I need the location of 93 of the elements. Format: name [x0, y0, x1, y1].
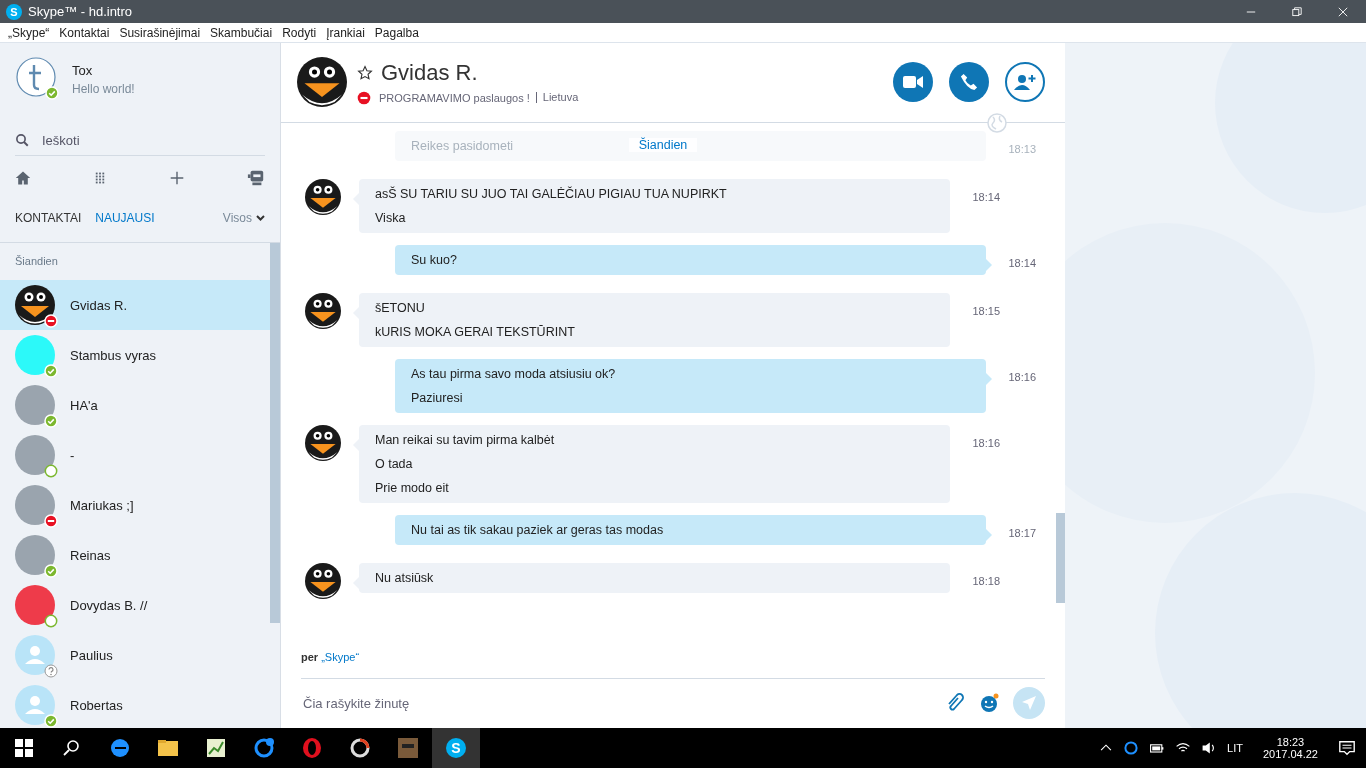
penguin-avatar [15, 285, 55, 325]
photo-placeholder [15, 535, 55, 575]
contact-item[interactable]: Reinas [0, 530, 270, 580]
message-text: Nu atsiūsk [375, 569, 434, 586]
busy-status-icon [357, 90, 371, 105]
contact-item[interactable]: Paulius [0, 630, 270, 680]
paper-plane-icon [1021, 695, 1037, 712]
photo-placeholder [15, 385, 55, 425]
message-text: O tada [375, 455, 413, 472]
search-icon [15, 132, 30, 148]
phone-icon [960, 73, 978, 92]
video-call-button[interactable] [893, 62, 933, 103]
menu-item[interactable]: Rodyti [277, 25, 322, 40]
call-button[interactable] [949, 62, 989, 103]
add-person-icon [1014, 73, 1036, 92]
close-icon[interactable] [1337, 5, 1349, 18]
message-time: 18:14 [971, 189, 1000, 203]
windows-start-icon[interactable] [12, 736, 36, 760]
person-avatar [15, 685, 55, 725]
bot-icon[interactable] [247, 169, 265, 187]
tab[interactable]: KONTAKTAI [15, 211, 82, 225]
profile-name: Tox [72, 63, 94, 78]
clock-date[interactable]: 2017.04.22 [1262, 748, 1318, 760]
language-indicator[interactable]: LIT [1227, 742, 1243, 754]
message-text: As tau pirma savo moda atsiusiu ok? [411, 365, 616, 382]
contact-item[interactable]: Gvidas R. [0, 280, 270, 330]
clock-time[interactable]: 18:23 [1276, 736, 1305, 748]
tab[interactable]: NAUJAUSI [95, 211, 155, 225]
browser-o-icon[interactable] [300, 736, 324, 760]
menu-item[interactable]: Įrankiai [321, 25, 370, 40]
profile-avatar[interactable] [16, 57, 56, 97]
message-text: Paziuresi [411, 389, 463, 406]
photo-placeholder [15, 435, 55, 475]
contact-name: Gvidas R. [381, 59, 478, 86]
message-text: Man reikai su tavim pirma kalbėt [375, 431, 555, 448]
contact-avatar [297, 57, 347, 108]
contact-mood: PROGRAMAVIMO paslaugos ! [379, 91, 530, 104]
via-text: per „Skype“ [301, 650, 360, 663]
contact-item[interactable]: Dovydas B. // [0, 580, 270, 630]
message-time: 18:16 [1007, 369, 1036, 383]
menu-item[interactable]: Susirašinėjimai [114, 25, 206, 40]
menu-item[interactable]: Kontaktai [54, 25, 115, 40]
photo-placeholder [15, 485, 55, 525]
notifications-icon[interactable] [1338, 739, 1356, 757]
scrollbar-thumb[interactable] [270, 243, 280, 623]
message-time: 18:17 [1007, 525, 1036, 539]
message-time: 18:18 [971, 573, 1000, 587]
contact-item[interactable]: Stambus vyras [0, 330, 270, 380]
message-text: Reikes pasidometi [411, 137, 514, 154]
chart-app-icon[interactable] [204, 736, 228, 760]
contact-location: Lietuva [535, 92, 579, 104]
message-time: 18:13 [1007, 141, 1036, 155]
message-time: 18:14 [1007, 255, 1036, 269]
menu-item[interactable]: „Skype“ [3, 25, 55, 40]
video-camera-icon [903, 75, 923, 90]
sender-avatar [305, 292, 341, 329]
menu-item[interactable]: Pagalba [369, 25, 424, 40]
message-text: Su kuo? [411, 251, 457, 268]
star-icon[interactable] [357, 64, 373, 81]
contact-item[interactable]: HA'a [0, 380, 270, 430]
ring-app-icon[interactable] [348, 736, 372, 760]
sender-avatar [305, 424, 341, 461]
window-title: Skype™ - hd.intro [28, 4, 134, 19]
emoticon-icon[interactable] [979, 693, 999, 714]
menu-item[interactable]: Skambučiai [205, 25, 278, 40]
contact-item[interactable]: - [0, 430, 270, 480]
message-text: Prie modo eit [375, 479, 449, 496]
paperclip-icon[interactable] [945, 693, 965, 714]
search-field[interactable]: Ieškoti [40, 131, 244, 149]
message-text: kURIS MOKA GERAI TEKSTŪRINT [375, 323, 575, 340]
dialpad-icon[interactable] [94, 172, 107, 184]
message-text: Viska [375, 209, 406, 226]
profile-mood: Hello world! [72, 82, 135, 96]
add-contact-button[interactable] [1005, 62, 1045, 103]
plus-icon[interactable] [169, 171, 184, 185]
scrollbar-thumb[interactable] [1056, 512, 1065, 603]
sender-avatar [305, 178, 341, 215]
message-text: šETONU [375, 299, 425, 316]
sender-avatar [305, 562, 341, 599]
skype-logo-icon: S [6, 3, 22, 20]
message-text: Nu tai as tik sakau paziek ar geras tas modas [411, 521, 664, 538]
contact-item[interactable]: Mariukas ;] [0, 480, 270, 530]
refresh-app-icon[interactable] [252, 736, 276, 760]
message-time: 18:16 [971, 435, 1000, 449]
restore-icon[interactable] [1291, 5, 1303, 18]
chevron-down-icon [256, 215, 265, 221]
home-icon[interactable] [15, 170, 31, 186]
message-time: 18:15 [971, 303, 1000, 317]
contact-item[interactable]: Robertas [0, 680, 270, 728]
sync-icon[interactable] [1123, 740, 1140, 756]
message-text: asŠ SU TARIU SU JUO TAI GALĖČIAU PIGIAU TUA NUPIRKT [375, 185, 727, 202]
section-label: Šiandien [14, 254, 59, 269]
person-avatar [15, 635, 55, 675]
